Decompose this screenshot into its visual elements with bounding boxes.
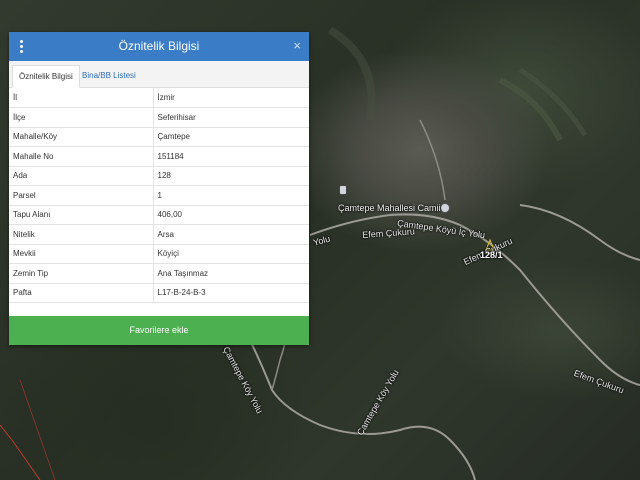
row-value: Köyiçi [152, 244, 309, 264]
row-value: 151184 [152, 146, 309, 167]
row-value: Çamtepe [152, 127, 309, 147]
row-key: Pafta [9, 283, 153, 303]
row-value: Ana Taşınmaz [152, 263, 309, 284]
table-row: Mahalle No 151184 [9, 146, 309, 167]
row-value: Seferihisar [152, 107, 309, 128]
table-row: Parsel 1 [9, 185, 309, 206]
row-key: Mahalle/Köy [9, 127, 153, 147]
panel-header: Öznitelik Bilgisi × [9, 32, 309, 61]
poi-icon[interactable] [339, 185, 347, 195]
table-row: Ada 128 [9, 166, 309, 186]
row-value: 1 [152, 185, 309, 206]
parcel-number-badge[interactable]: 128/1 [480, 250, 503, 260]
attribute-panel: Öznitelik Bilgisi × Öznitelik Bilgisi Bi… [9, 32, 309, 345]
mosque-label: Çamtepe Mahallesi Camii [338, 203, 441, 213]
row-value: Arsa [152, 224, 309, 245]
row-value: 128 [152, 166, 309, 186]
table-row: İlçe Seferihisar [9, 107, 309, 128]
row-key: İl [9, 88, 153, 108]
tab-building-list[interactable]: Bina/BB Listesi [76, 65, 142, 87]
row-value: L17-B-24-B-3 [152, 283, 309, 303]
tab-attribute-info[interactable]: Öznitelik Bilgisi [12, 65, 80, 88]
row-value: İzmir [152, 88, 309, 108]
table-row: İl İzmir [9, 88, 309, 108]
add-to-favorites-button[interactable]: Favorilere ekle [9, 316, 309, 345]
table-row: Nitelik Arsa [9, 224, 309, 245]
row-value: 406,00 [152, 205, 309, 225]
row-key: Tapu Alanı [9, 205, 153, 225]
row-key: İlçe [9, 107, 153, 128]
row-key: Ada [9, 166, 153, 186]
mosque-icon[interactable] [440, 203, 450, 213]
row-key: Mevkii [9, 244, 153, 264]
row-key: Zemin Tip [9, 263, 153, 284]
panel-title: Öznitelik Bilgisi [118, 39, 200, 53]
close-icon[interactable]: × [293, 38, 301, 53]
row-key: Mahalle No [9, 146, 153, 167]
row-key: Nitelik [9, 224, 153, 245]
table-row: Zemin Tip Ana Taşınmaz [9, 263, 309, 284]
table-row: Mahalle/Köy Çamtepe [9, 127, 309, 147]
row-key: Parsel [9, 185, 153, 206]
table-row: Mevkii Köyiçi [9, 244, 309, 264]
table-row: Pafta L17-B-24-B-3 [9, 283, 309, 303]
table-row: Tapu Alanı 406,00 [9, 205, 309, 225]
panel-tabs: Öznitelik Bilgisi Bina/BB Listesi [9, 61, 309, 88]
attribute-table: İl İzmir İlçe Seferihisar Mahalle/Köy Çamte… [9, 88, 309, 303]
